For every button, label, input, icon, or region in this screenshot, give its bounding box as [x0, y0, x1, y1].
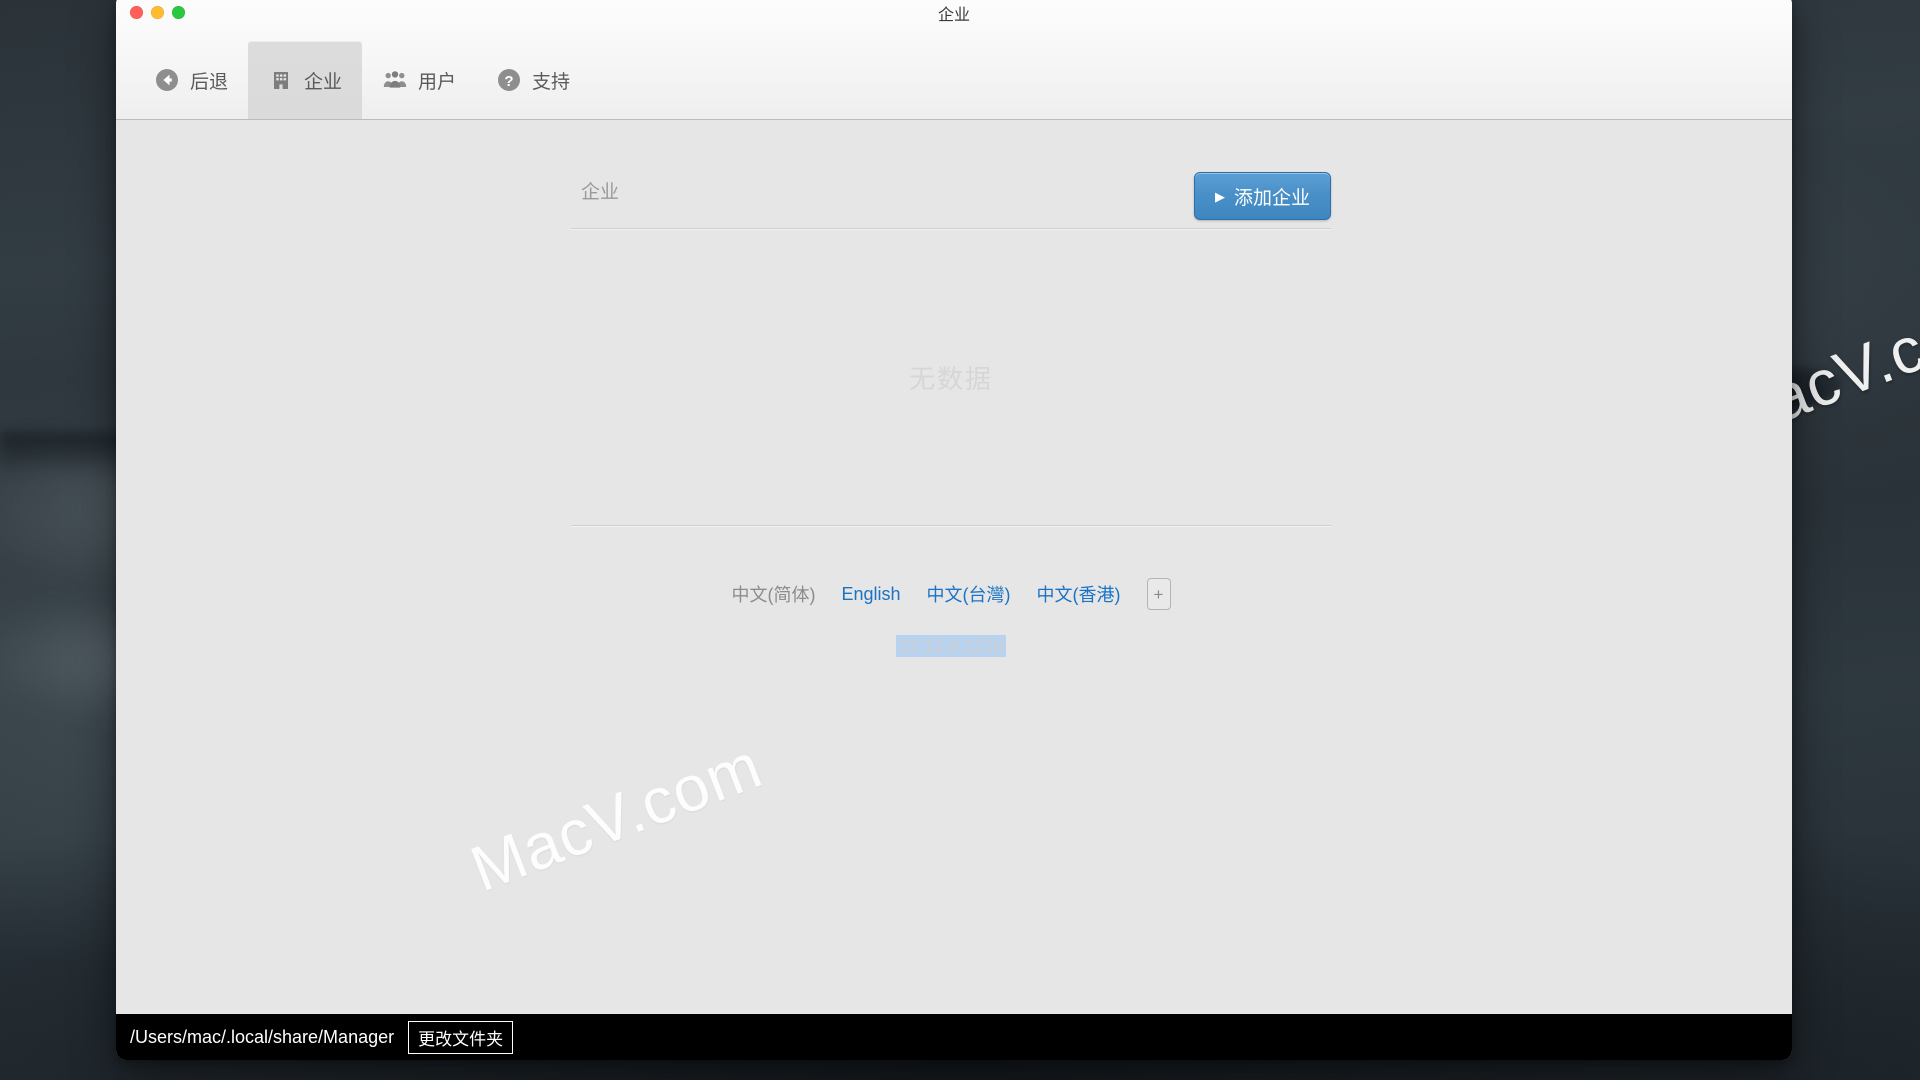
add-company-button-label: 添加企业 — [1233, 187, 1310, 209]
version-label: 23.12.9.1219 — [571, 635, 1331, 657]
toolbar-item-support-label: 支持 — [532, 71, 571, 93]
toolbar-item-users[interactable]: 用户 — [362, 41, 476, 119]
status-bar: /Users/mac/.local/share/Manager 更改文件夹 — [116, 1014, 1792, 1060]
back-circle-icon — [154, 67, 180, 93]
window-title: 企业 — [937, 7, 970, 24]
toolbar-item-users-label: 用户 — [418, 71, 457, 93]
empty-state-message: 无数据 — [908, 363, 993, 394]
toolbar-item-back-label: 后退 — [190, 71, 229, 93]
language-link-zh-tw[interactable]: 中文(台灣) — [927, 581, 1011, 607]
add-language-button[interactable]: + — [1146, 578, 1171, 610]
storage-path-label: /Users/mac/.local/share/Manager — [130, 1026, 395, 1047]
users-group-icon — [382, 67, 408, 93]
content-area: MacV.com ▶ 添加企业 无数据 中文(简体) English 中文(台灣… — [116, 120, 1792, 1014]
svg-text:?: ? — [504, 73, 513, 90]
building-icon — [268, 67, 294, 93]
toolbar-item-support[interactable]: ? 支持 — [476, 41, 590, 119]
version-text: 23.12.9.1219 — [896, 635, 1006, 657]
toolbar-item-company-label: 企业 — [304, 71, 343, 93]
language-link-zh-cn[interactable]: 中文(简体) — [731, 581, 815, 607]
toolbar-item-company[interactable]: 企业 — [248, 41, 363, 119]
company-name-input[interactable] — [571, 182, 1194, 210]
add-company-button[interactable]: ▶ 添加企业 — [1193, 172, 1331, 220]
toolbar: 后退 企业 用户 ? 支持 — [116, 41, 1792, 119]
change-folder-button[interactable]: 更改文件夹 — [408, 1020, 514, 1054]
toolbar-item-back[interactable]: 后退 — [134, 41, 248, 119]
add-company-row: ▶ 添加企业 — [571, 164, 1331, 228]
language-switcher: 中文(简体) English 中文(台灣) 中文(香港) + — [571, 526, 1331, 610]
question-mark-icon: ? — [496, 67, 522, 93]
company-panel: ▶ 添加企业 无数据 中文(简体) English 中文(台灣) 中文(香港) … — [571, 164, 1331, 657]
play-triangle-icon: ▶ — [1214, 188, 1225, 204]
language-link-zh-hk[interactable]: 中文(香港) — [1037, 581, 1121, 607]
watermark-content: MacV.com — [461, 728, 772, 906]
window-chrome: 企业 后退 企业 用户 ? 支持 — [116, 0, 1792, 120]
language-link-en[interactable]: English — [841, 584, 900, 605]
app-window: 企业 后退 企业 用户 ? 支持 MacV.com 企业 ▶ 添加企业 无数据 … — [116, 0, 1792, 1060]
